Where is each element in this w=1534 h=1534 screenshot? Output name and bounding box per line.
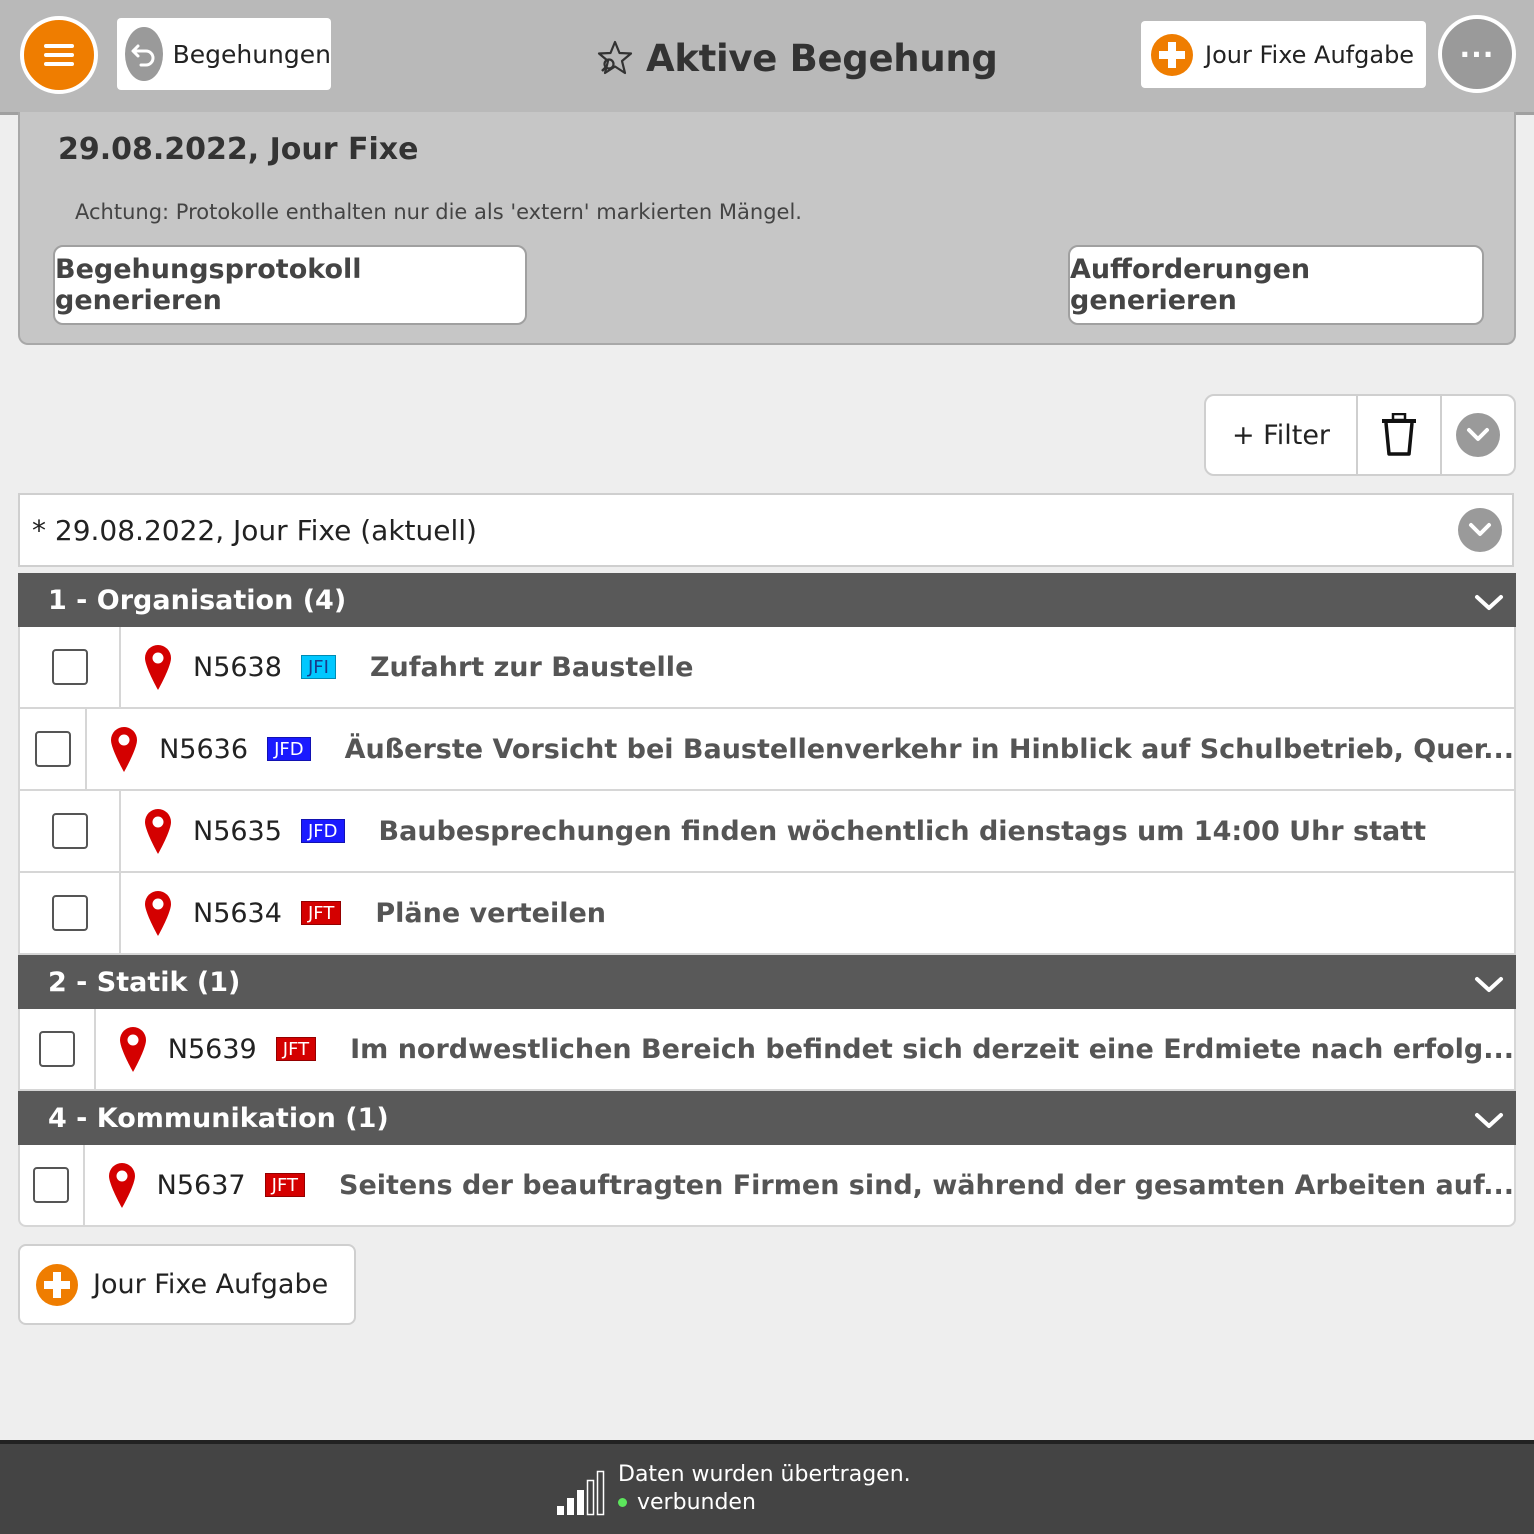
task-type-badge: JFT <box>264 1173 306 1197</box>
task-number: N5635 <box>193 815 282 847</box>
ellipsis-icon: ··· <box>1459 37 1495 71</box>
add-jour-fixe-task-bottom-button[interactable]: Jour Fixe Aufgabe <box>18 1244 356 1325</box>
task-row[interactable]: N5637 JFT Seitens der beauftragten Firmen … <box>18 1145 1516 1227</box>
signal-strength-icon <box>557 1470 605 1516</box>
status-bar: Daten wurden übertragen. verbunden <box>0 1440 1534 1534</box>
page-title: Aktive Begehung <box>646 36 998 80</box>
location-pin-icon[interactable] <box>143 807 173 855</box>
checkbox-cell <box>20 627 121 707</box>
plus-icon <box>1151 33 1193 76</box>
hamburger-icon <box>44 39 74 71</box>
protocol-note: Achtung: Protokolle enthalten nur die al… <box>75 200 802 224</box>
group-header-label: 2 - Statik (1) <box>48 966 241 998</box>
task-title: Baubesprechungen finden wöchentlich dien… <box>378 815 1427 847</box>
task-list: 1 - Organisation (4) N5638 JFI Zufahrt zur … <box>18 573 1516 1227</box>
sync-status-text: Daten wurden übertragen. <box>618 1462 911 1487</box>
add-filter-button[interactable]: + Filter <box>1206 396 1358 474</box>
task-number: N5636 <box>159 733 249 765</box>
task-type-badge: JFD <box>301 819 345 843</box>
task-checkbox[interactable] <box>38 1031 75 1067</box>
task-type-badge: JFT <box>275 1037 317 1061</box>
location-pin-icon[interactable] <box>143 889 173 937</box>
task-row[interactable]: N5634 JFT Pläne verteilen <box>18 873 1516 955</box>
more-options-button[interactable]: ··· <box>1438 15 1516 93</box>
connection-status-text: verbunden <box>637 1490 756 1515</box>
task-checkbox[interactable] <box>34 731 71 767</box>
task-checkbox[interactable] <box>51 895 88 931</box>
session-select-value: * 29.08.2022, Jour Fixe (aktuell) <box>32 513 477 547</box>
group-header-label: 1 - Organisation (4) <box>48 584 347 616</box>
task-title: Im nordwestlichen Bereich befindet sich … <box>350 1033 1514 1065</box>
task-number: N5638 <box>193 651 282 683</box>
generate-requests-button[interactable]: Aufforderungen generieren <box>1068 245 1484 325</box>
checkbox-cell <box>20 1145 85 1225</box>
task-row[interactable]: N5638 JFI Zufahrt zur Baustelle <box>18 627 1516 709</box>
group-header[interactable]: 2 - Statik (1) <box>18 955 1516 1009</box>
session-select[interactable]: * 29.08.2022, Jour Fixe (aktuell) <box>18 493 1514 567</box>
back-button[interactable]: Begehungen <box>117 18 331 90</box>
trash-icon <box>1382 413 1416 456</box>
back-button-label: Begehungen <box>172 39 331 69</box>
connection-status: verbunden <box>618 1490 756 1515</box>
filter-toolbar: + Filter <box>1204 394 1516 476</box>
task-type-badge: JFT <box>301 901 342 925</box>
connected-dot-icon <box>618 1498 627 1507</box>
chevron-down-icon <box>1474 589 1504 620</box>
add-jour-fixe-task-label: Jour Fixe Aufgabe <box>1205 40 1415 69</box>
chevron-down-icon <box>1456 413 1500 457</box>
location-pin-icon[interactable] <box>118 1025 148 1073</box>
location-pin-icon[interactable] <box>109 725 139 773</box>
add-jour-fixe-task-bottom-label: Jour Fixe Aufgabe <box>93 1269 329 1300</box>
generate-protocol-button[interactable]: Begehungsprotokoll generieren <box>53 245 527 325</box>
filter-expand-button[interactable] <box>1442 396 1514 474</box>
task-checkbox[interactable] <box>51 649 88 685</box>
add-jour-fixe-task-button[interactable]: Jour Fixe Aufgabe <box>1141 21 1426 88</box>
delete-button[interactable] <box>1358 396 1442 474</box>
checkbox-cell <box>20 1009 96 1089</box>
inspection-title: 29.08.2022, Jour Fixe <box>58 132 419 167</box>
star-search-icon[interactable] <box>596 39 634 77</box>
menu-button[interactable] <box>20 16 98 94</box>
task-title: Pläne verteilen <box>375 897 607 929</box>
task-title: Äußerste Vorsicht bei Baustellenverkehr … <box>344 733 1514 765</box>
plus-icon <box>36 1263 78 1306</box>
checkbox-cell <box>20 791 121 871</box>
chevron-down-icon <box>1458 508 1502 552</box>
location-pin-icon[interactable] <box>107 1161 137 1209</box>
task-type-badge: JFI <box>301 655 336 679</box>
task-type-badge: JFD <box>267 737 311 761</box>
task-checkbox[interactable] <box>51 813 88 849</box>
task-checkbox[interactable] <box>33 1167 70 1203</box>
task-row[interactable]: N5635 JFD Baubesprechungen finden wöchentl… <box>18 791 1516 873</box>
chevron-down-icon <box>1474 971 1504 1002</box>
task-number: N5637 <box>156 1169 246 1201</box>
task-number: N5634 <box>193 897 282 929</box>
task-row[interactable]: N5636 JFD Äußerste Vorsicht bei Baustellen… <box>18 709 1516 791</box>
group-header[interactable]: 1 - Organisation (4) <box>18 573 1516 627</box>
back-arrow-icon <box>125 27 163 81</box>
location-pin-icon[interactable] <box>143 643 173 691</box>
top-bar: Begehungen Aktive Begehung Jour Fixe Auf… <box>0 0 1534 115</box>
group-header[interactable]: 4 - Kommunikation (1) <box>18 1091 1516 1145</box>
checkbox-cell <box>20 873 121 953</box>
checkbox-cell <box>20 709 88 789</box>
task-title: Zufahrt zur Baustelle <box>369 651 694 683</box>
task-title: Seitens der beauftragten Firmen sind, wä… <box>339 1169 1514 1201</box>
task-number: N5639 <box>167 1033 257 1065</box>
title-area: Aktive Begehung <box>596 30 998 86</box>
chevron-down-icon <box>1474 1107 1504 1138</box>
inspection-info-panel: 29.08.2022, Jour Fixe Achtung: Protokoll… <box>18 112 1516 345</box>
task-row[interactable]: N5639 JFT Im nordwestlichen Bereich befind… <box>18 1009 1516 1091</box>
group-header-label: 4 - Kommunikation (1) <box>48 1102 389 1134</box>
